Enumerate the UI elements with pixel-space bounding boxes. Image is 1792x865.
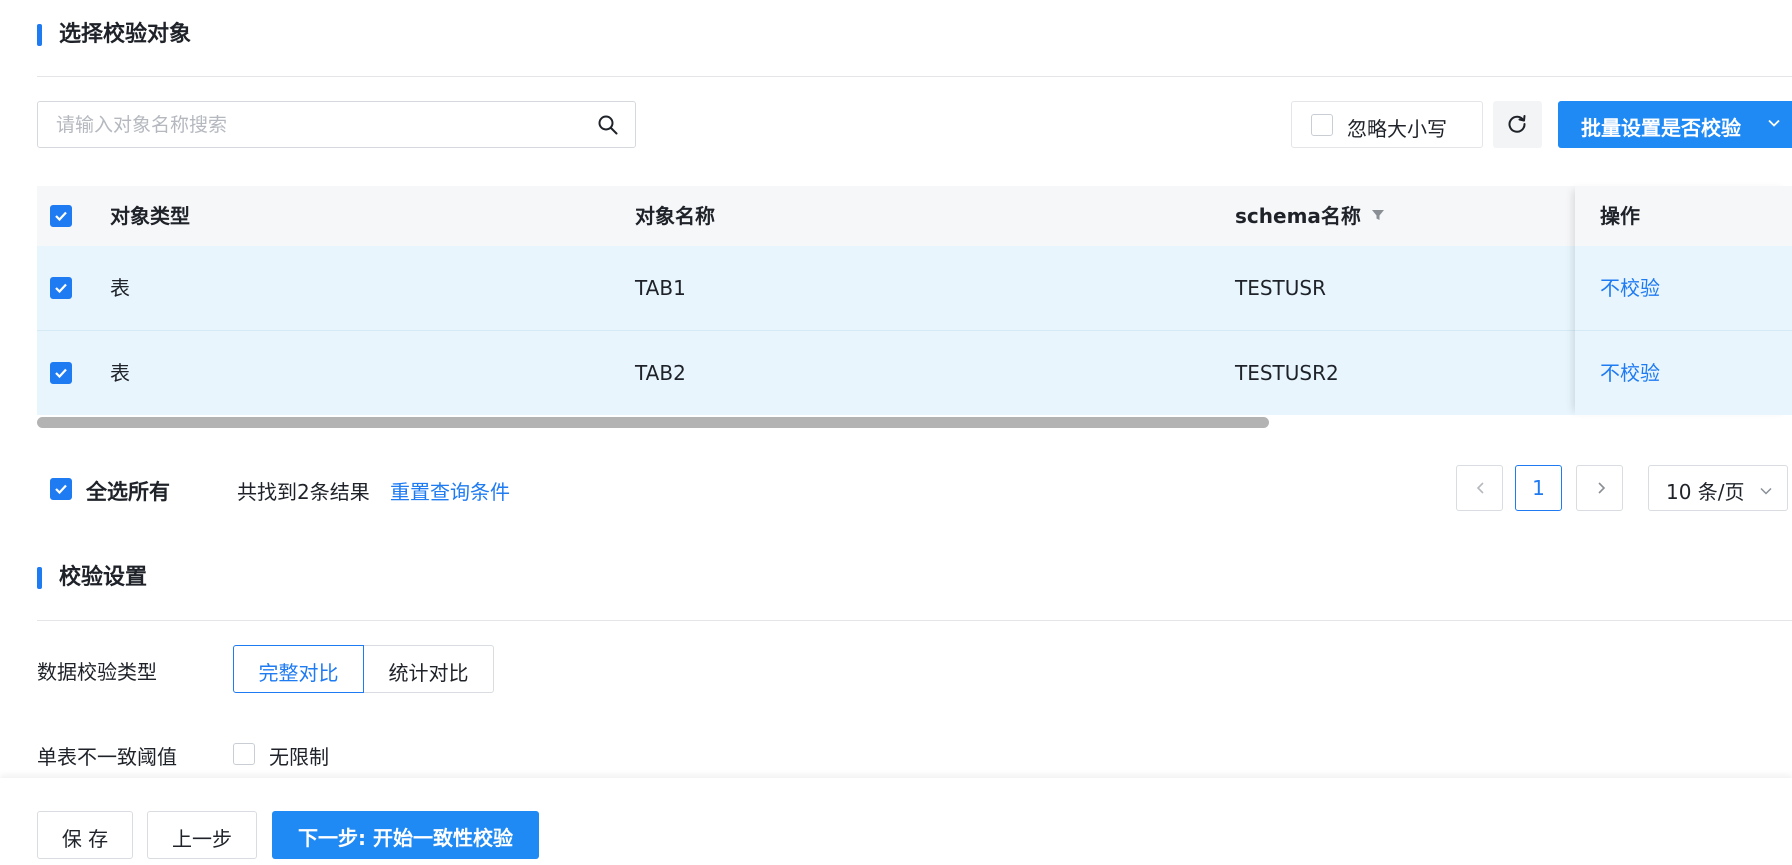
table-header: 对象类型 对象名称 schema名称 — [37, 186, 1792, 246]
search-input[interactable] — [56, 102, 576, 147]
chevron-left-icon — [1476, 482, 1484, 494]
previous-step-label: 上一步 — [172, 827, 232, 851]
section-accent-bar — [37, 567, 42, 589]
chevron-right-icon — [1598, 482, 1606, 494]
cell-object-name: TAB1 — [635, 276, 686, 300]
bottom-action-bar — [0, 778, 1792, 865]
section-divider — [37, 76, 1792, 77]
skip-check-link[interactable]: 不校验 — [1600, 360, 1660, 386]
section-title-settings: 校验设置 — [59, 565, 148, 590]
save-button[interactable]: 保 存 — [37, 811, 133, 859]
column-header-action: 操作 — [1600, 204, 1640, 228]
select-all-checkbox[interactable] — [50, 478, 72, 500]
next-page-button[interactable] — [1576, 465, 1623, 511]
select-all-label[interactable]: 全选所有 — [86, 476, 170, 506]
prev-page-button[interactable] — [1456, 465, 1503, 511]
filter-icon[interactable] — [1371, 208, 1385, 222]
cell-object-type: 表 — [110, 361, 130, 385]
ignore-case-checkbox[interactable] — [1311, 114, 1333, 136]
start-consistency-check-button[interactable]: 下一步: 开始一致性校验 — [272, 811, 539, 859]
page-size-select[interactable]: 10 条/页 — [1648, 465, 1788, 511]
section-accent-bar — [37, 24, 42, 46]
page-size-value: 10 条/页 — [1666, 480, 1745, 504]
table-row[interactable]: 表 TAB1 TESTUSR — [37, 246, 1792, 331]
refresh-icon — [1508, 115, 1526, 133]
search-box — [37, 101, 636, 148]
ignore-case-label: 忽略大小写 — [1347, 117, 1447, 141]
threshold-label: 单表不一致阈值 — [37, 745, 177, 769]
section-title-objects: 选择校验对象 — [59, 22, 192, 47]
save-button-label: 保 存 — [61, 827, 109, 851]
row-select-checkbox[interactable] — [50, 277, 72, 299]
statistic-compare-label: 统计对比 — [388, 661, 469, 685]
cell-schema-name: TESTUSR — [1235, 276, 1326, 300]
chevron-down-icon — [1768, 119, 1780, 127]
action-cell: 不校验 — [1575, 246, 1792, 331]
full-compare-option[interactable]: 完整对比 — [233, 645, 364, 693]
skip-check-link[interactable]: 不校验 — [1600, 275, 1660, 301]
horizontal-scrollbar[interactable] — [37, 417, 1269, 428]
table-row[interactable]: 表 TAB2 TESTUSR2 — [37, 331, 1792, 415]
column-header-name: 对象名称 — [635, 204, 715, 228]
result-count-text: 共找到2条结果 — [237, 480, 370, 504]
no-limit-checkbox[interactable] — [233, 743, 255, 765]
column-header-schema: schema名称 — [1235, 204, 1361, 228]
current-page-number: 1 — [1532, 476, 1545, 500]
reset-query-link[interactable]: 重置查询条件 — [390, 476, 510, 505]
action-column: 操作 不校验 不校验 — [1575, 186, 1792, 415]
header-select-checkbox[interactable] — [50, 205, 72, 227]
section-divider — [37, 620, 1792, 621]
batch-set-check-label: 批量设置是否校验 — [1581, 116, 1741, 140]
search-icon[interactable] — [597, 114, 619, 136]
ignore-case-toggle[interactable]: 忽略大小写 — [1291, 101, 1483, 148]
statistic-compare-option[interactable]: 统计对比 — [363, 645, 494, 693]
chevron-down-icon — [1760, 487, 1772, 495]
cell-object-type: 表 — [110, 276, 130, 300]
batch-set-check-button[interactable]: 批量设置是否校验 — [1558, 101, 1792, 148]
page-number-button[interactable]: 1 — [1515, 465, 1562, 511]
start-consistency-check-label: 下一步: 开始一致性校验 — [298, 826, 513, 850]
full-compare-label: 完整对比 — [258, 661, 339, 685]
column-header-type: 对象类型 — [110, 204, 190, 228]
action-cell: 不校验 — [1575, 331, 1792, 415]
refresh-button[interactable] — [1493, 101, 1542, 148]
action-column-header: 操作 — [1575, 186, 1792, 246]
previous-step-button[interactable]: 上一步 — [147, 811, 257, 859]
cell-schema-name: TESTUSR2 — [1235, 361, 1339, 385]
no-limit-label: 无限制 — [269, 745, 329, 769]
check-type-label: 数据校验类型 — [37, 660, 157, 684]
row-select-checkbox[interactable] — [50, 362, 72, 384]
cell-object-name: TAB2 — [635, 361, 686, 385]
